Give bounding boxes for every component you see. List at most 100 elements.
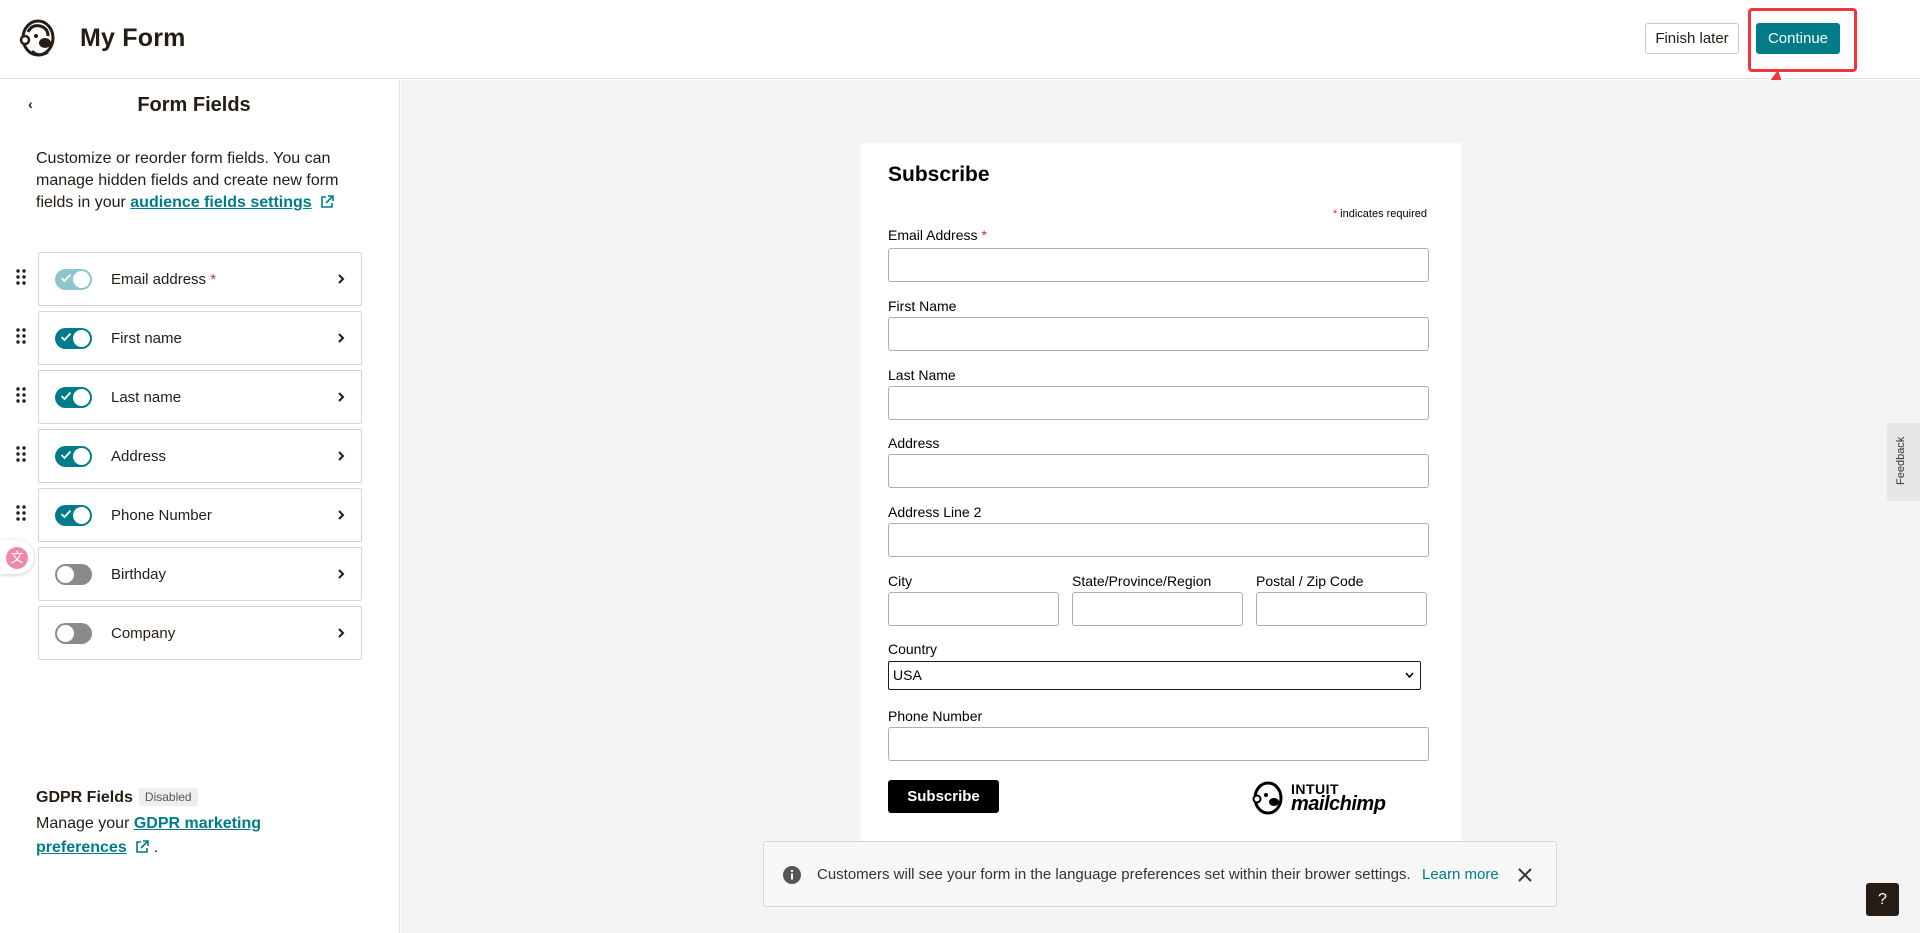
field-label: Email address *: [111, 271, 216, 288]
field-row: Phone Number: [14, 488, 364, 547]
field-toggle[interactable]: [55, 505, 92, 526]
close-icon[interactable]: [1515, 865, 1535, 885]
email-label: Email Address *: [888, 227, 987, 243]
country-select[interactable]: USA: [888, 661, 1421, 690]
field-row: First name: [14, 311, 364, 370]
toggle-knob: [73, 507, 90, 524]
drag-handle-icon[interactable]: [14, 504, 28, 522]
email-label-text: Email Address: [888, 227, 978, 243]
learn-more-link[interactable]: Learn more: [1422, 866, 1499, 883]
feedback-tab[interactable]: Feedback: [1887, 423, 1920, 501]
chevron-right-icon: [338, 510, 345, 520]
chevron-down-icon: [1405, 672, 1414, 678]
field-row: Last name: [14, 370, 364, 429]
external-link-icon: [136, 840, 149, 853]
country-label: Country: [888, 641, 938, 657]
status-badge: Disabled: [138, 788, 198, 806]
toast-message: Customers will see your form in the lang…: [817, 866, 1411, 883]
gdpr-title: GDPR Fields Disabled: [36, 788, 198, 807]
field-card[interactable]: First name: [38, 311, 362, 365]
zip-label: Postal / Zip Code: [1256, 573, 1364, 589]
zip-field[interactable]: [1256, 592, 1427, 626]
field-toggle[interactable]: [55, 564, 92, 585]
help-button[interactable]: ?: [1866, 883, 1899, 916]
toggle-knob: [57, 566, 74, 583]
email-field[interactable]: [888, 248, 1429, 282]
toggle-knob: [73, 330, 90, 347]
field-list: Email address * First name Last name Addres…: [14, 252, 364, 665]
form-preview: Subscribe * indicates required Email Add…: [861, 143, 1461, 853]
app-header: My Form Finish later Continue: [0, 0, 1920, 191]
drag-handle-icon[interactable]: [14, 327, 28, 345]
field-toggle: [55, 269, 92, 290]
toggle-knob: [73, 448, 90, 465]
state-label: State/Province/Region: [1072, 573, 1212, 589]
field-card[interactable]: Email address *: [38, 252, 362, 306]
phone-label: Phone Number: [888, 708, 983, 724]
state-field[interactable]: [1072, 592, 1243, 626]
first-name-field[interactable]: [888, 317, 1429, 351]
required-star: *: [1332, 208, 1338, 220]
toggle-knob: [73, 271, 90, 288]
address-line-2-label: Address Line 2: [888, 504, 982, 520]
language-info-toast: Customers will see your form in the lang…: [763, 841, 1557, 907]
field-row: Email address *: [14, 252, 364, 311]
drag-handle-icon[interactable]: [14, 386, 28, 404]
field-label-text: Company: [111, 625, 176, 642]
chevron-right-icon: [338, 392, 345, 402]
field-toggle[interactable]: [55, 328, 92, 349]
check-icon: [60, 332, 72, 342]
required-star: *: [981, 227, 987, 243]
address-label: Address: [888, 435, 940, 451]
field-toggle[interactable]: [55, 623, 92, 644]
intuit-mailchimp-logo: INTUIT mailchimp: [1251, 778, 1391, 818]
highlight-annotation: [1748, 8, 1857, 72]
translate-icon: 文: [6, 547, 28, 569]
back-button[interactable]: ‹: [28, 96, 33, 112]
panel-description: Customize or reorder form fields. You ca…: [36, 148, 376, 214]
translate-widget[interactable]: 文: [0, 540, 34, 574]
mailchimp-logo-icon[interactable]: [18, 18, 58, 60]
field-card[interactable]: Birthday: [38, 547, 362, 601]
required-note-text: indicates required: [1340, 208, 1427, 220]
field-row: Birthday: [14, 547, 364, 606]
field-card[interactable]: Last name: [38, 370, 362, 424]
field-label: Company: [111, 625, 175, 642]
gdpr-title-text: GDPR Fields: [36, 789, 133, 806]
gdpr-description-text: Manage your: [36, 815, 130, 832]
field-card[interactable]: Company: [38, 606, 362, 660]
city-field[interactable]: [888, 592, 1059, 626]
phone-field[interactable]: [888, 727, 1429, 761]
check-icon: [60, 273, 72, 283]
audience-fields-settings-link[interactable]: audience fields settings: [130, 194, 311, 211]
subscribe-button[interactable]: Subscribe: [888, 780, 999, 813]
required-star: *: [210, 271, 217, 288]
gdpr-description-end: .: [153, 839, 159, 856]
check-icon: [60, 509, 72, 519]
city-label: City: [888, 573, 913, 589]
chevron-right-icon: [338, 333, 345, 343]
field-label: First name: [111, 330, 182, 347]
last-name-field[interactable]: [888, 386, 1429, 420]
drag-handle-icon[interactable]: [14, 268, 28, 286]
address-field[interactable]: [888, 454, 1429, 488]
field-card[interactable]: Address: [38, 429, 362, 483]
field-label: Phone Number: [111, 507, 212, 524]
field-label: Birthday: [111, 566, 166, 583]
required-note: * indicates required: [1333, 208, 1427, 220]
panel-title: Form Fields: [137, 94, 251, 116]
field-row: Company: [14, 606, 364, 665]
field-toggle[interactable]: [55, 387, 92, 408]
form-title: Subscribe: [888, 163, 990, 186]
external-link-icon: [321, 195, 334, 208]
info-icon: [783, 866, 801, 884]
field-toggle[interactable]: [55, 446, 92, 467]
chevron-right-icon: [338, 569, 345, 579]
field-label-text: Address: [111, 448, 167, 465]
address-line-2-field[interactable]: [888, 523, 1429, 557]
finish-later-button[interactable]: Finish later: [1645, 23, 1739, 54]
drag-handle-icon[interactable]: [14, 445, 28, 463]
check-icon: [60, 391, 72, 401]
field-card[interactable]: Phone Number: [38, 488, 362, 542]
field-label-text: Email address: [111, 271, 207, 288]
